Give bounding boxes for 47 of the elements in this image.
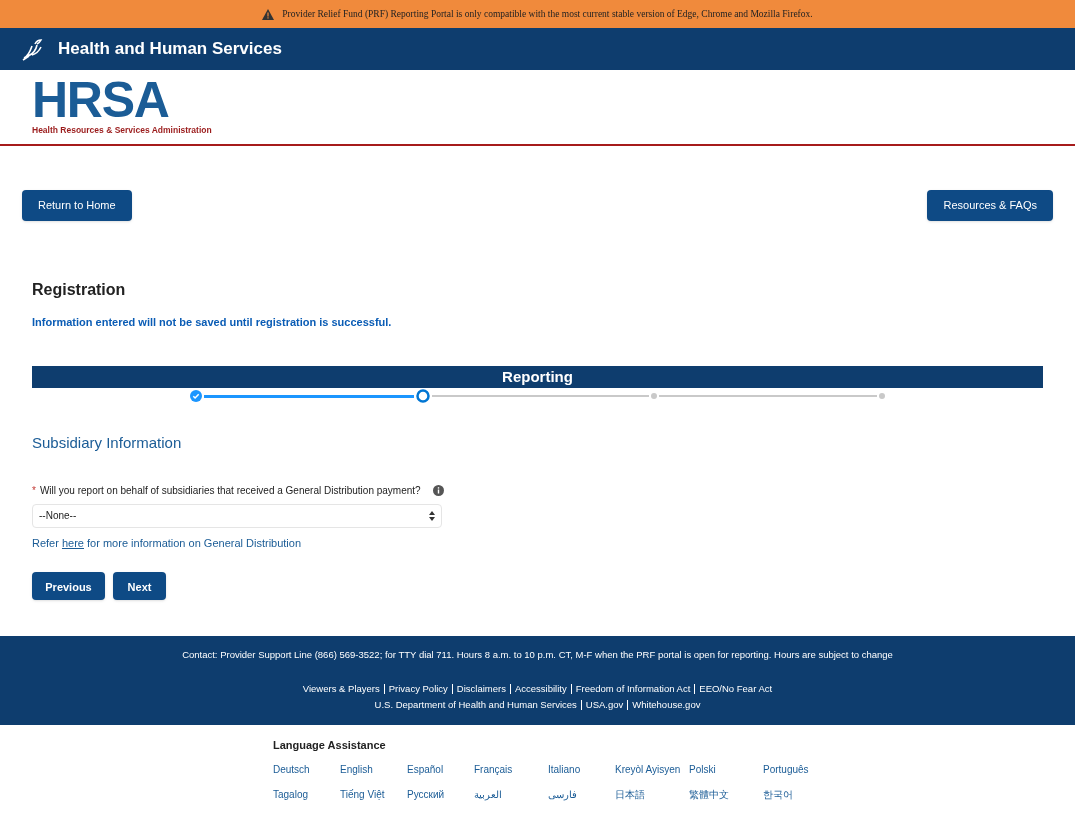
nav-button[interactable]: Return to Home <box>22 190 132 221</box>
language-link[interactable]: 日本語 <box>615 786 689 802</box>
language-link[interactable]: فارسی <box>548 786 615 802</box>
language-link[interactable]: Italiano <box>548 761 615 777</box>
footer-link[interactable]: Privacy Policy <box>383 684 452 695</box>
form-button[interactable]: Previous <box>32 572 105 600</box>
logo-wordmark[interactable]: HRSA <box>32 78 1043 122</box>
select-field[interactable]: --None-- <box>32 503 442 528</box>
alert-text: Provider Relief Fund (PRF) Reporting Portal is only compatible with the most current stable version of Edge, Chrome and Mozilla Firefox. <box>282 7 813 21</box>
language-link[interactable]: 繁體中文 <box>689 786 763 802</box>
footer-link[interactable]: U.S. Department of Health and Human Services <box>370 700 581 711</box>
footer-link[interactable]: Freedom of Information Act <box>570 684 695 695</box>
language-title: Language Assistance <box>273 738 387 753</box>
header-title: Health and Human Services <box>58 38 282 61</box>
language-link[interactable]: 한국어 <box>763 786 837 802</box>
progress-title-bar: Reporting <box>32 366 1043 388</box>
footer-link[interactable]: Disclaimers <box>451 684 510 695</box>
contact-text: Contact: Provider Support Line (866) 569-3522; for TTY dial 711. Hours 8 a.m. to 10 p.m. CT, M-F when the PRF portal is open for reporting. Hours are subject to change <box>182 648 893 662</box>
footer-link[interactable]: Viewers & Players <box>298 684 384 695</box>
question-label: Will you report on behalf of subsidiaries that received a General Distribution payment? <box>39 483 421 498</box>
footer-link[interactable]: Whitehouse.gov <box>627 700 705 711</box>
language-link[interactable]: العربية <box>474 786 548 802</box>
language-link[interactable]: Tagalog <box>273 786 340 802</box>
updown-icon <box>429 510 435 521</box>
footer-link[interactable]: EEO/No Fear Act <box>694 684 777 695</box>
footer-link[interactable]: Accessibility <box>509 684 571 695</box>
footer-link[interactable]: USA.gov <box>580 700 628 711</box>
section-title: Subsidiary Information <box>32 433 183 453</box>
language-link[interactable]: Français <box>474 761 548 777</box>
here-link[interactable]: here <box>61 536 84 549</box>
form-button[interactable]: Next <box>113 572 166 600</box>
language-link[interactable]: Русский <box>407 786 474 802</box>
language-link[interactable]: Kreyòl Ayisyen <box>615 761 689 777</box>
language-link[interactable]: English <box>340 761 407 777</box>
language-link[interactable]: Tiếng Việt <box>340 786 407 802</box>
required-asterisk: * <box>32 483 36 498</box>
refer-text: Refer here for more information on General Distribution <box>32 535 303 551</box>
language-link[interactable]: Deutsch <box>273 761 340 777</box>
notice-text: Information entered will not be saved until registration is successful. <box>32 314 393 330</box>
language-link[interactable]: Português <box>763 761 837 777</box>
info-icon[interactable] <box>432 484 444 496</box>
page-title: Registration <box>32 279 127 300</box>
nav-button[interactable]: Resources & FAQs <box>927 190 1053 221</box>
language-link[interactable]: Español <box>407 761 474 777</box>
language-link[interactable]: Polski <box>689 761 763 777</box>
logo-subtitle: Health Resources & Services Administration <box>32 124 213 137</box>
warning-icon <box>262 8 275 20</box>
